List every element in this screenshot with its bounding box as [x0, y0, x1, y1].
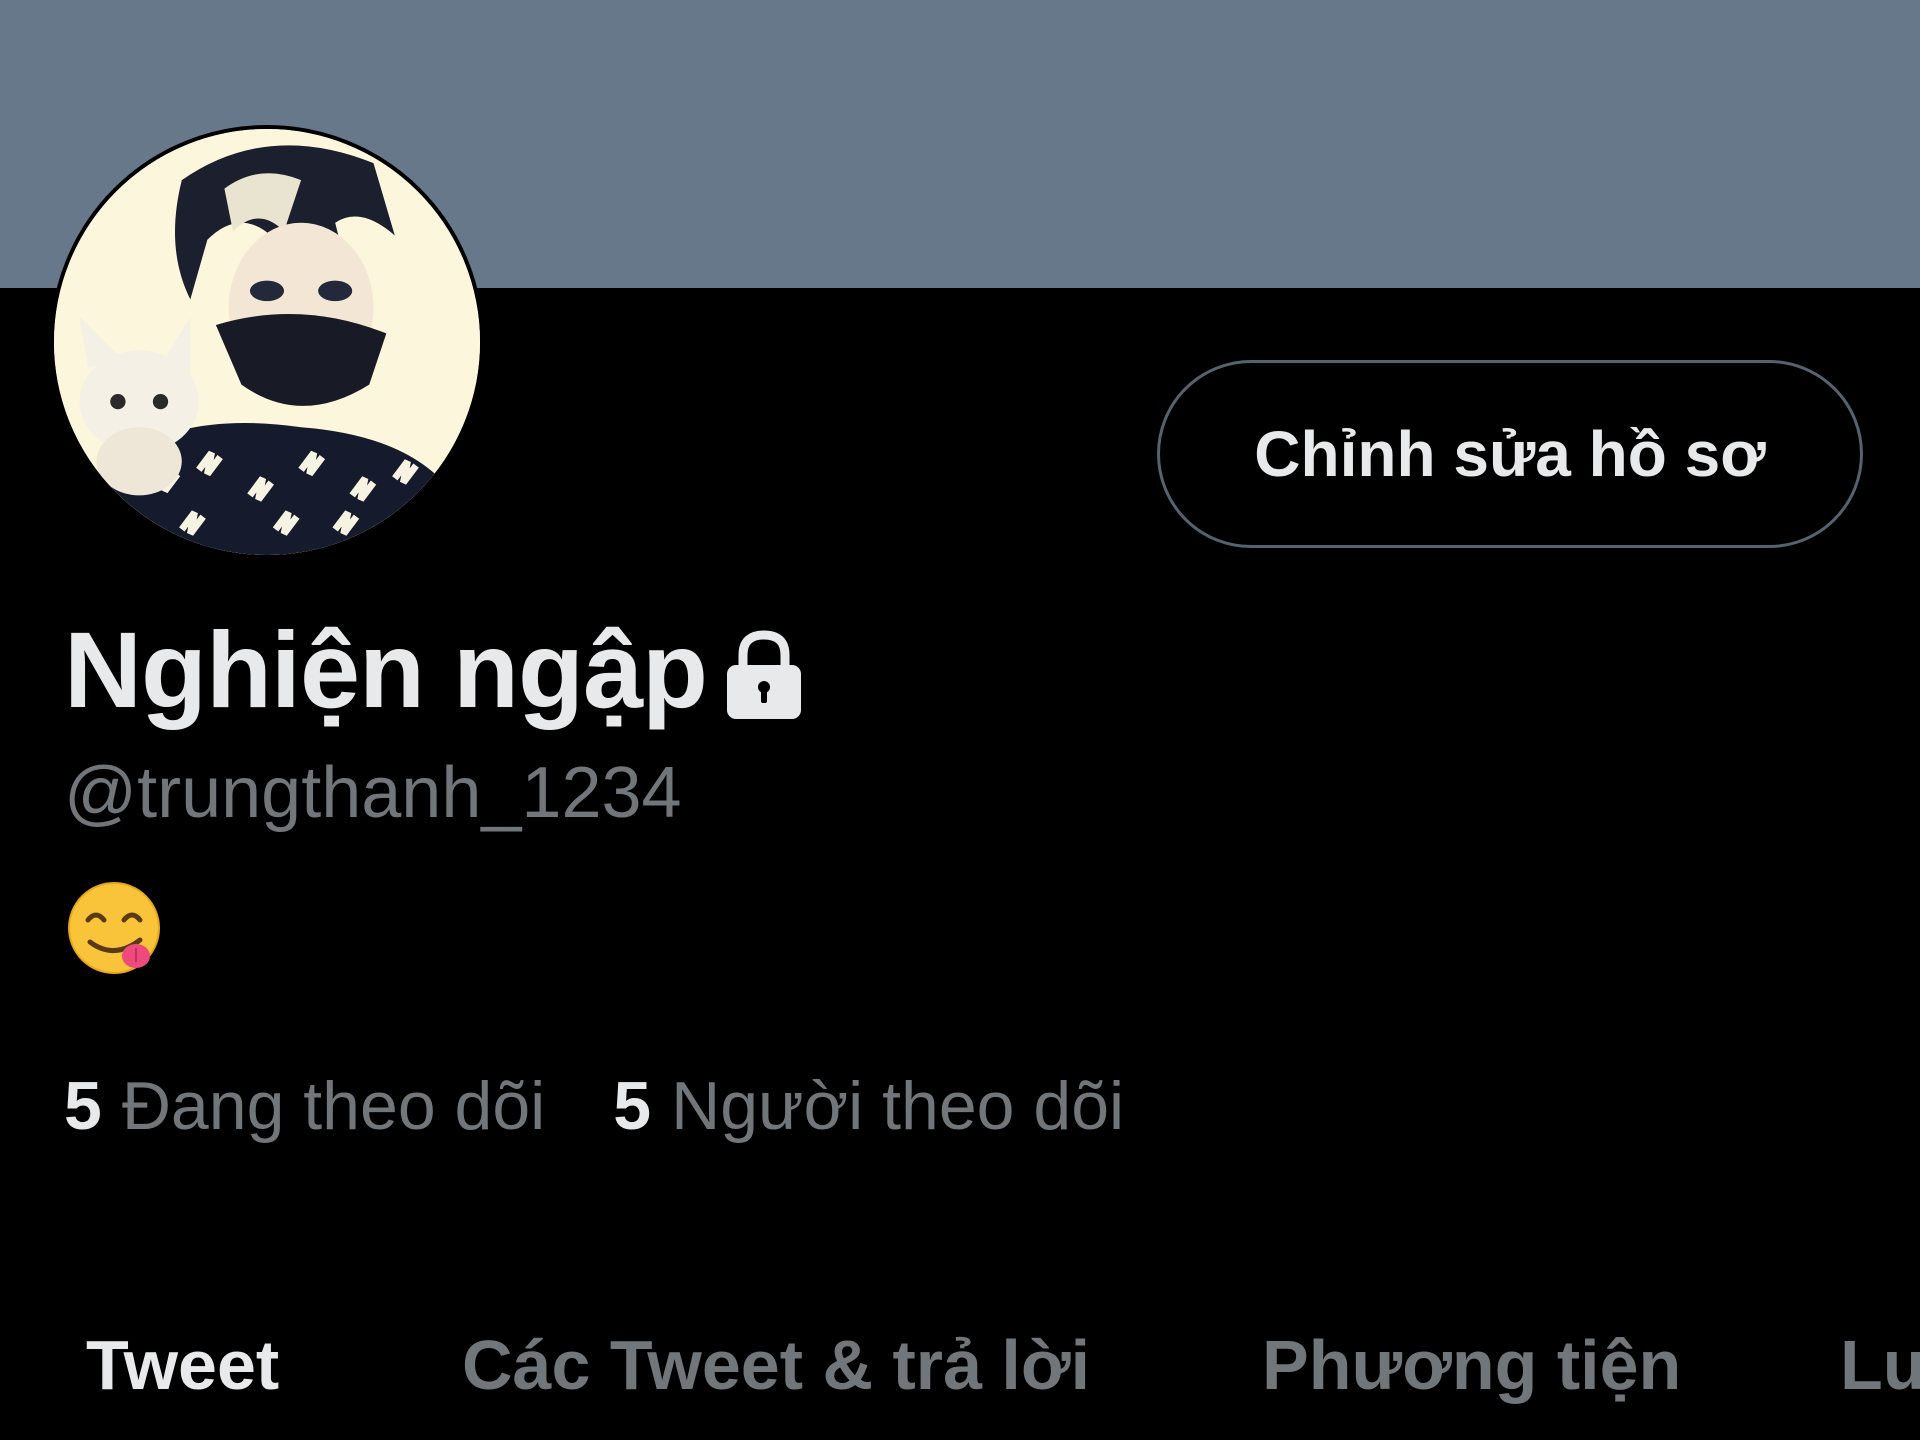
- follow-stats: 5 Đang theo dõi 5 Người theo dõi: [64, 1058, 1192, 1154]
- avatar[interactable]: [50, 125, 484, 559]
- followers-count: 5: [613, 1068, 652, 1144]
- following-label: Đang theo dõi: [121, 1068, 546, 1144]
- display-name: Nghiện ngập: [64, 609, 708, 730]
- tab-tweet[interactable]: Tweet: [86, 1310, 279, 1420]
- followers-label: Người theo dõi: [671, 1068, 1125, 1144]
- lock-icon: [721, 625, 807, 725]
- following-stat[interactable]: 5 Đang theo dõi: [64, 1058, 545, 1154]
- edit-profile-button[interactable]: Chỉnh sửa hồ sơ: [1157, 360, 1863, 548]
- followers-stat[interactable]: 5 Người theo dõi: [613, 1058, 1124, 1154]
- profile-tabs: Tweet Các Tweet & trả lời Phương tiện Lu: [0, 1310, 1920, 1420]
- following-count: 5: [64, 1068, 102, 1144]
- tab-likes[interactable]: Lu: [1840, 1310, 1920, 1420]
- user-handle: @trungthanh_1234: [64, 753, 682, 833]
- tab-media[interactable]: Phương tiện: [1262, 1310, 1681, 1420]
- bio: [66, 880, 166, 980]
- avatar-image: [54, 129, 480, 555]
- yum-face-emoji: [68, 882, 160, 974]
- profile-page: Chỉnh sửa hồ sơ Nghiện ngập @trungthanh_…: [0, 0, 1920, 1440]
- name-row: Nghiện ngập: [64, 610, 807, 730]
- tab-tweets-and-replies[interactable]: Các Tweet & trả lời: [462, 1310, 1090, 1420]
